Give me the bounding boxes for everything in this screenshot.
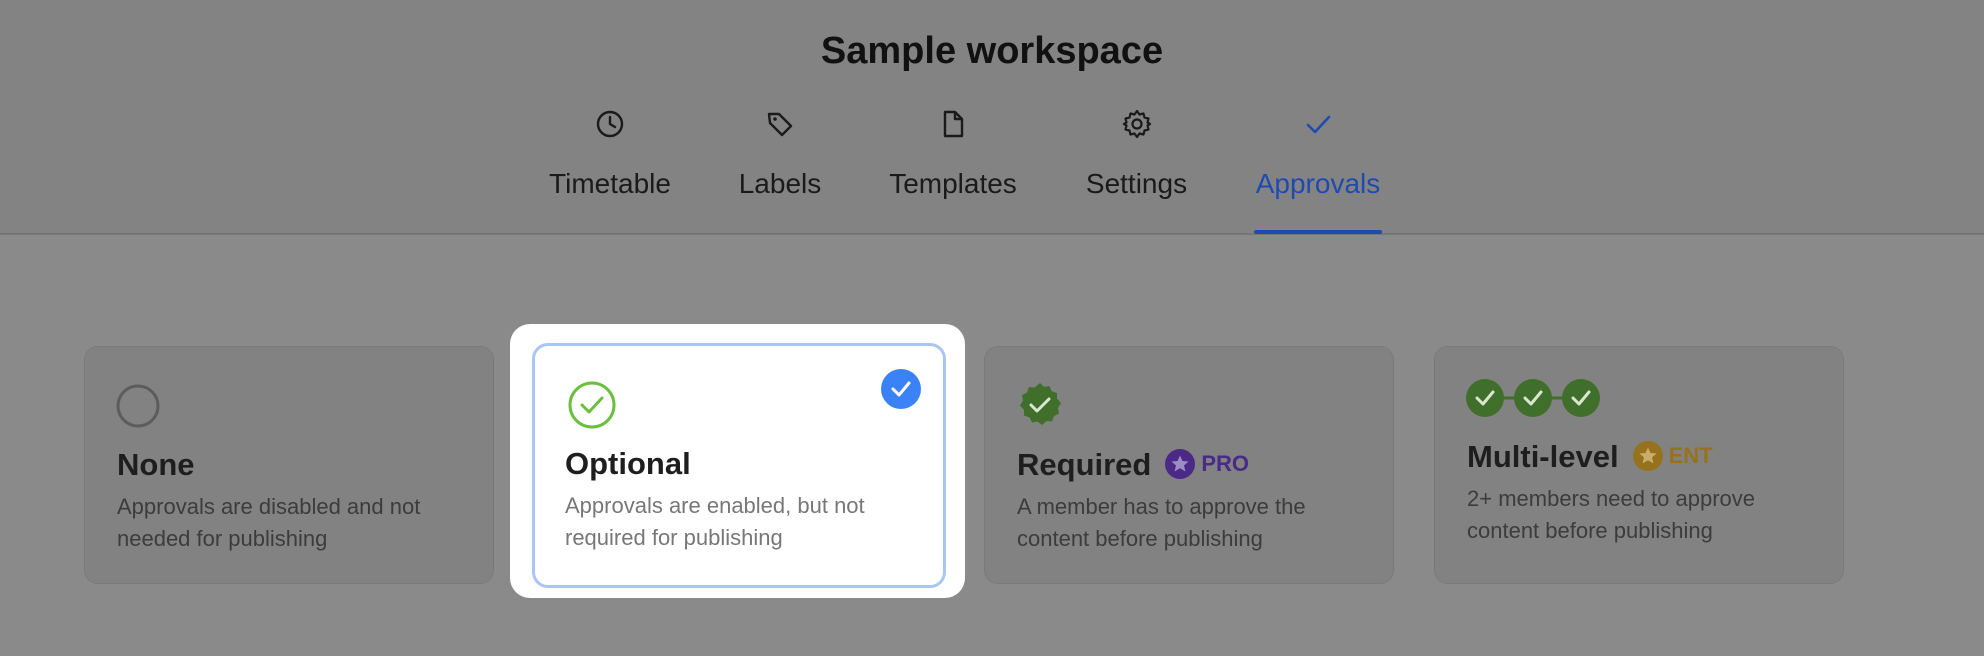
tab-templates[interactable]: Templates [886, 104, 1020, 233]
approval-option-none[interactable]: None Approvals are disabled and not need… [84, 346, 494, 584]
check-badge-icon [1020, 383, 1061, 425]
star-icon [1632, 440, 1663, 471]
tag-icon [767, 112, 793, 137]
selected-check-icon [881, 369, 921, 409]
file-icon [943, 110, 964, 138]
empty-circle-icon [116, 384, 160, 428]
tab-label: Timetable [549, 168, 671, 199]
multi-check-icon [1466, 379, 1600, 417]
page-title: Sample workspace [820, 30, 1164, 72]
tab-label: Templates [889, 168, 1017, 199]
tab-settings[interactable]: Settings [1083, 104, 1190, 233]
option-title: Required PRO [1017, 447, 1249, 483]
active-tab-indicator [1254, 230, 1382, 234]
option-description: A member has to approve the content befo… [1017, 494, 1306, 551]
workspace-header: Sample workspace Timetable Labels Templa… [0, 0, 1984, 235]
option-title-text: Multi-level [1467, 439, 1619, 474]
option-title: None [117, 447, 195, 482]
option-description: Approvals are disabled and not needed fo… [117, 494, 421, 551]
tab-label: Labels [738, 168, 822, 199]
tab-label: Settings [1085, 168, 1188, 199]
option-title: Optional [565, 446, 691, 481]
tab-bar: Timetable Labels Templates Settings Appr… [0, 104, 1984, 234]
option-description: Approvals are enabled, but not required … [565, 493, 865, 550]
check-circle-outline-icon [568, 381, 616, 429]
option-title: Multi-level ENT [1467, 439, 1713, 475]
ent-badge: ENT [1632, 440, 1713, 471]
badge-label: PRO [1201, 450, 1250, 476]
tab-label: Approvals [1255, 168, 1381, 199]
gear-icon [1122, 109, 1151, 139]
pro-badge: PRO [1165, 448, 1250, 479]
tab-labels[interactable]: Labels [737, 104, 823, 233]
option-description: 2+ members need to approve content befor… [1467, 486, 1756, 543]
tab-approvals[interactable]: Approvals [1254, 104, 1382, 234]
tab-timetable[interactable]: Timetable [545, 104, 675, 233]
star-icon [1165, 448, 1196, 479]
badge-label: ENT [1668, 442, 1713, 468]
option-title-text: Required [1017, 447, 1152, 482]
clock-icon [596, 110, 624, 138]
check-icon [1306, 115, 1331, 134]
approval-option-optional[interactable]: Optional Approvals are enabled, but not … [532, 343, 946, 588]
approval-option-multi-level[interactable]: Multi-level ENT 2+ members need to approv… [1434, 346, 1844, 584]
approval-option-required[interactable]: Required PRO A member has to approve the … [984, 346, 1394, 584]
